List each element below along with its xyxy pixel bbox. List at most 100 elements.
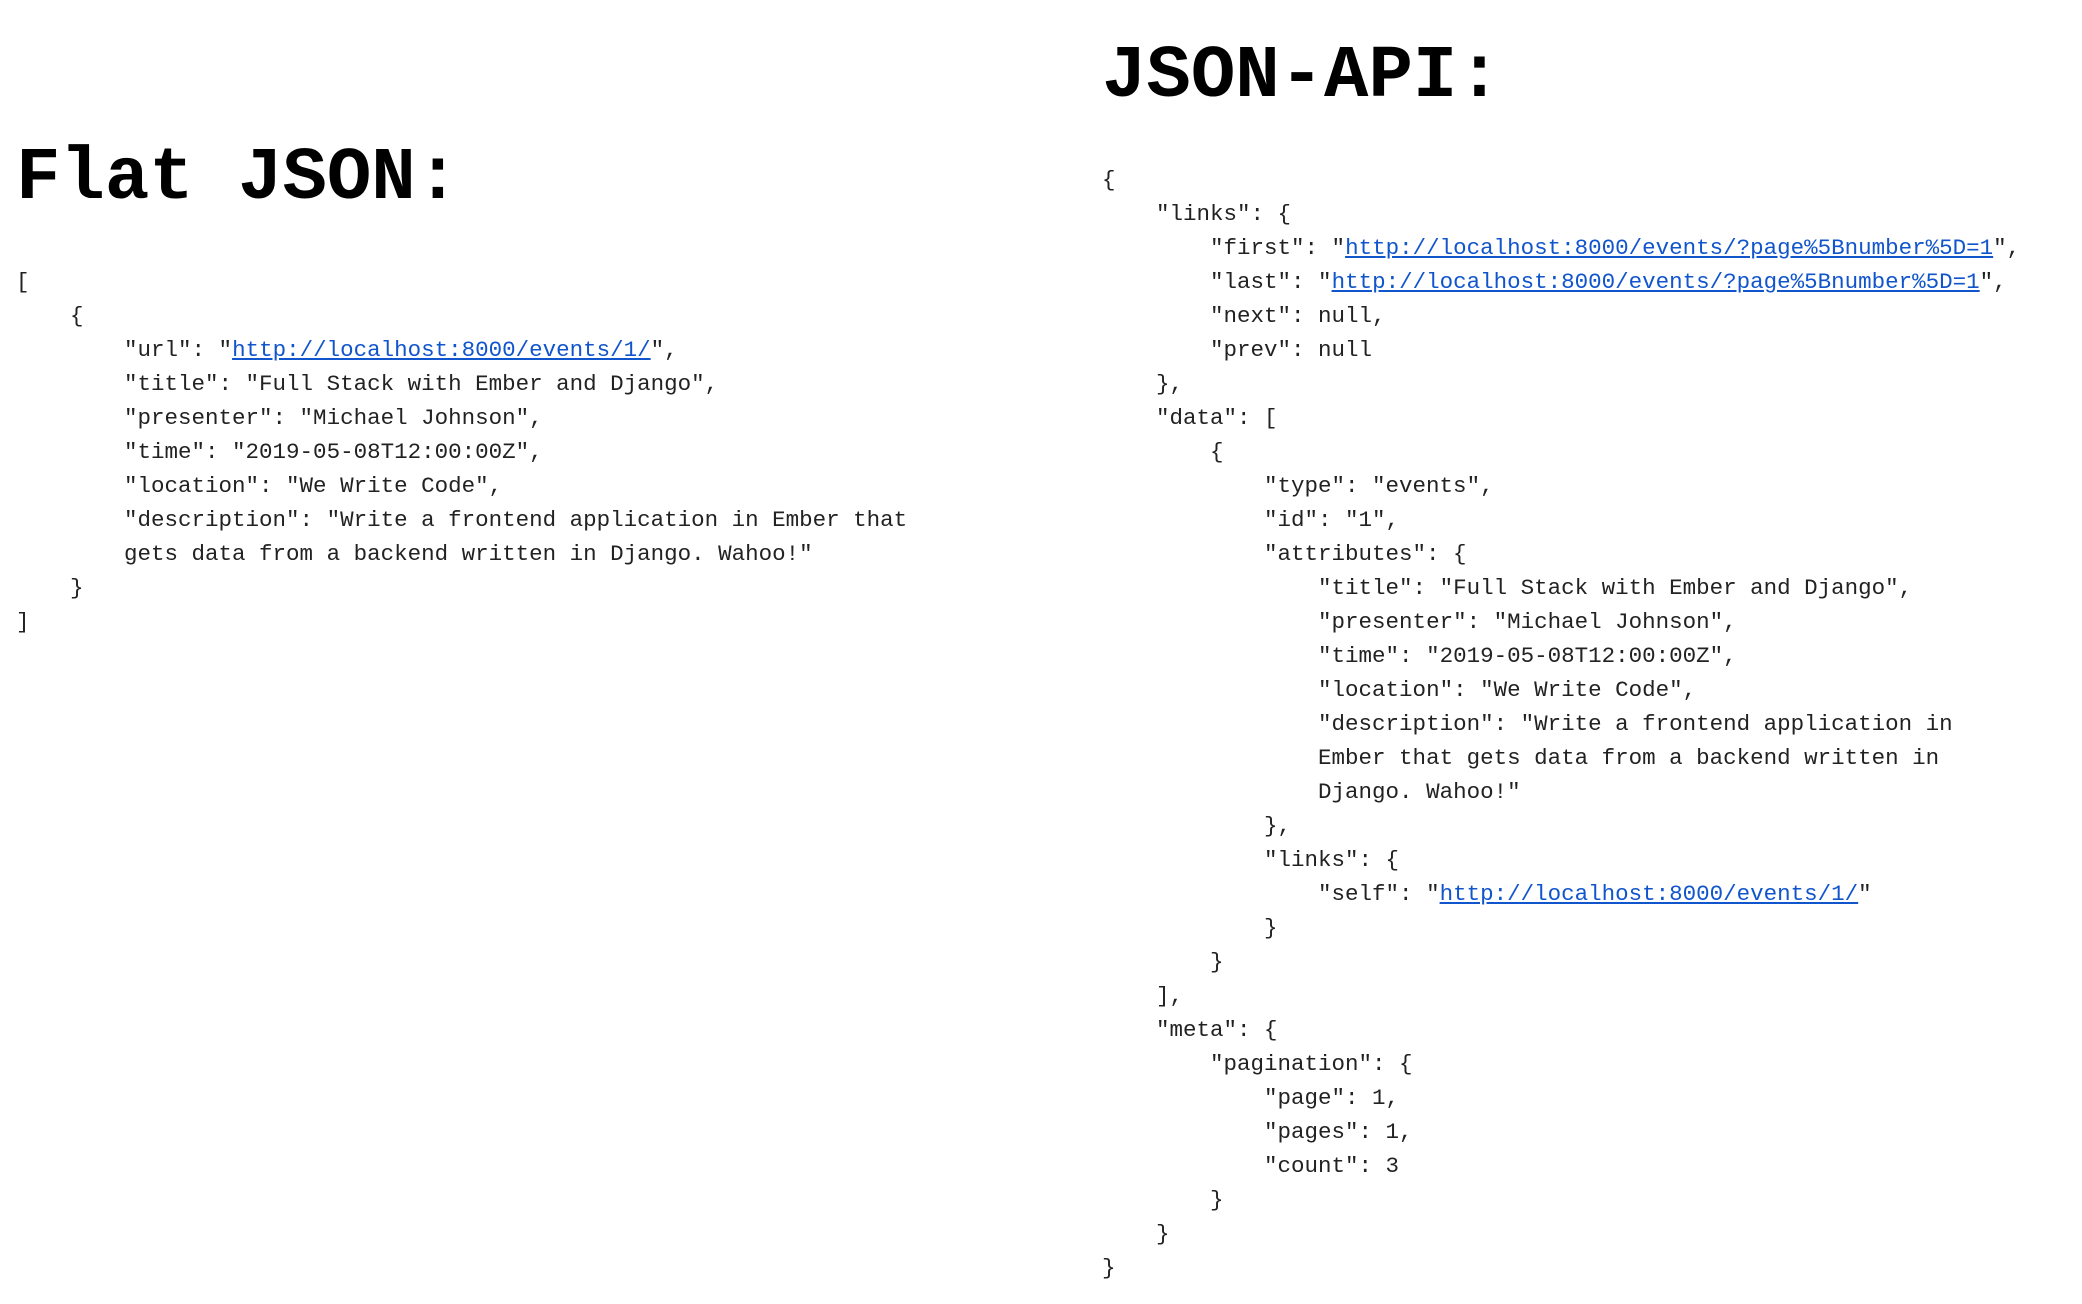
code-text: "presenter": "Michael Johnson", (124, 405, 543, 431)
code-line: Ember that gets data from a backend writ… (1102, 741, 2020, 775)
code-text: "attributes": { (1264, 541, 1467, 567)
code-text: }, (1156, 371, 1184, 397)
code-line: gets data from a backend written in Djan… (16, 537, 907, 571)
code-text: " (1858, 881, 1872, 907)
code-line: "attributes": { (1102, 537, 2020, 571)
code-text: } (1102, 1255, 1116, 1281)
code-text: "id": "1", (1264, 507, 1400, 533)
code-line: "next": null, (1102, 299, 2020, 333)
code-line: "location": "We Write Code", (1102, 673, 2020, 707)
code-line: "id": "1", (1102, 503, 2020, 537)
code-text: "page": 1, (1264, 1085, 1400, 1111)
code-line: "count": 3 (1102, 1149, 2020, 1183)
code-line: "pagination": { (1102, 1047, 2020, 1081)
code-line: } (1102, 911, 2020, 945)
code-line: "self": "http://localhost:8000/events/1/… (1102, 877, 2020, 911)
code-text: "next": null, (1210, 303, 1386, 329)
code-text: "data": [ (1156, 405, 1278, 431)
code-text: "meta": { (1156, 1017, 1278, 1043)
url-link[interactable]: http://localhost:8000/events/?page%5Bnum… (1332, 269, 1980, 295)
code-line: } (1102, 945, 2020, 979)
code-text: { (1102, 167, 1116, 193)
code-text: ", (650, 337, 678, 363)
code-line: "data": [ (1102, 401, 2020, 435)
code-line: Django. Wahoo!" (1102, 775, 2020, 809)
code-text: "links": { (1156, 201, 1292, 227)
code-line: }, (1102, 809, 2020, 843)
code-text: gets data from a backend written in Djan… (124, 541, 813, 567)
code-text: { (70, 303, 84, 329)
code-text: "location": "We Write Code", (124, 473, 503, 499)
code-line: }, (1102, 367, 2020, 401)
code-text: "first": " (1210, 235, 1346, 261)
code-text: "presenter": "Michael Johnson", (1318, 609, 1737, 635)
code-text: } (1210, 949, 1224, 975)
code-line: "last": "http://localhost:8000/events/?p… (1102, 265, 2020, 299)
code-line: "first": "http://localhost:8000/events/?… (1102, 231, 2020, 265)
code-text: [ (16, 269, 30, 295)
code-line: "pages": 1, (1102, 1115, 2020, 1149)
url-link[interactable]: http://localhost:8000/events/1/ (232, 337, 651, 363)
code-text: "links": { (1264, 847, 1400, 873)
code-text: } (70, 575, 84, 601)
code-line: "links": { (1102, 843, 2020, 877)
code-text: "pages": 1, (1264, 1119, 1413, 1145)
code-text: "prev": null (1210, 337, 1373, 363)
code-line: } (1102, 1217, 2020, 1251)
code-text: } (1156, 1221, 1170, 1247)
url-link[interactable]: http://localhost:8000/events/1/ (1440, 881, 1859, 907)
code-line: { (1102, 435, 2020, 469)
code-line: "title": "Full Stack with Ember and Djan… (1102, 571, 2020, 605)
code-line: } (1102, 1251, 2020, 1285)
code-line: "time": "2019-05-08T12:00:00Z", (16, 435, 907, 469)
code-text: Ember that gets data from a backend writ… (1318, 745, 1940, 771)
code-text: "title": "Full Stack with Ember and Djan… (124, 371, 719, 397)
code-text: ", (1993, 235, 2021, 261)
code-text: "last": " (1210, 269, 1332, 295)
flat-json-code-block: [ { "url": "http://localhost:8000/events… (16, 265, 907, 639)
code-line: { (16, 299, 907, 333)
code-text: }, (1264, 813, 1292, 839)
code-text: } (1264, 915, 1278, 941)
code-line: "presenter": "Michael Johnson", (16, 401, 907, 435)
url-link[interactable]: http://localhost:8000/events/?page%5Bnum… (1345, 235, 1993, 261)
code-line: "description": "Write a frontend applica… (1102, 707, 2020, 741)
code-text: Django. Wahoo!" (1318, 779, 1521, 805)
code-line: "meta": { (1102, 1013, 2020, 1047)
code-text: "time": "2019-05-08T12:00:00Z", (1318, 643, 1737, 669)
code-line: } (1102, 1183, 2020, 1217)
code-line: "page": 1, (1102, 1081, 2020, 1115)
code-line: ], (1102, 979, 2020, 1013)
